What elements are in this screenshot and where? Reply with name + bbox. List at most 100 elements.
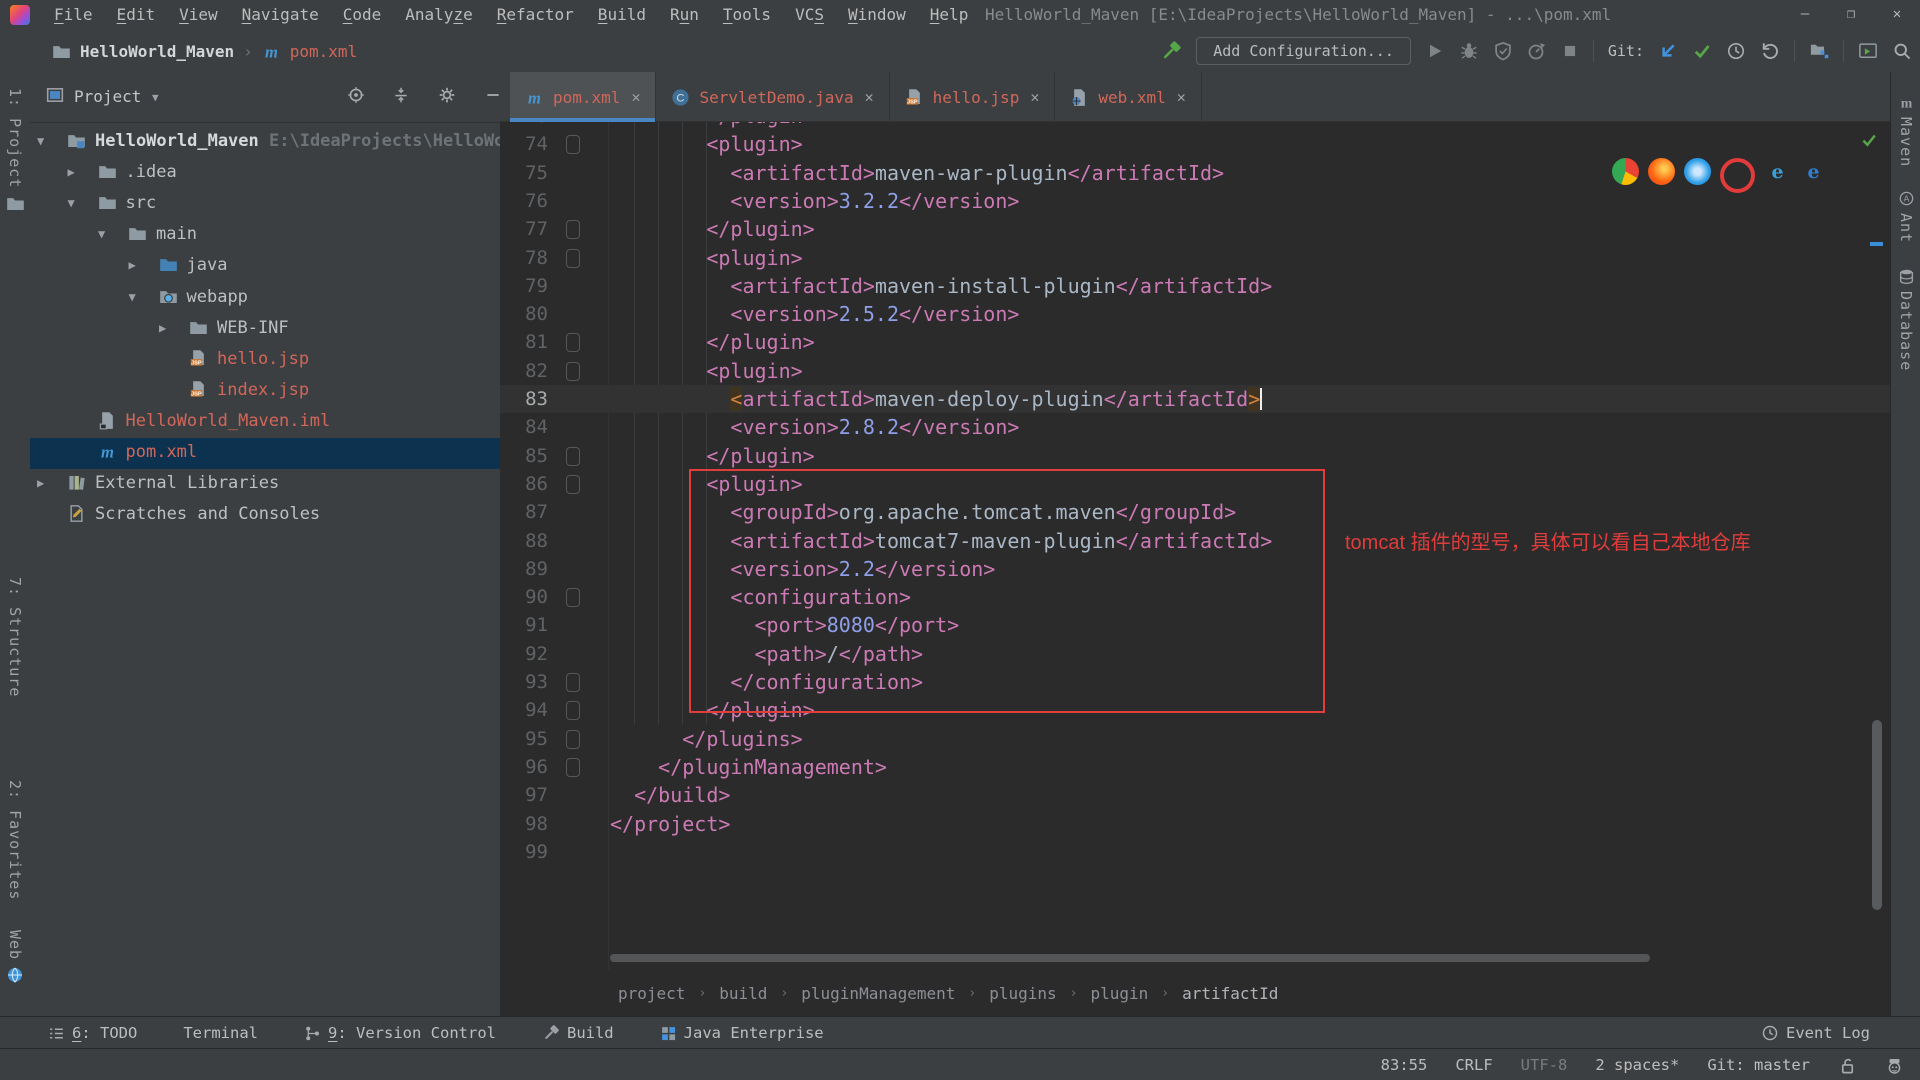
project-structure-icon[interactable] [1809,41,1829,61]
chevron-down-icon[interactable]: ▼ [152,91,159,104]
tree-item-external-libraries[interactable]: ▶External Libraries [30,469,500,500]
menu-refactor[interactable]: Refactor [485,0,586,30]
fold-marker-close-icon[interactable] [566,673,580,692]
tab-pom.xml[interactable]: mpom.xml✕ [510,72,656,122]
safari-icon[interactable] [1684,158,1711,185]
search-everywhere-icon[interactable] [1892,41,1912,61]
tab-hello.jsp[interactable]: JSPhello.jsp✕ [890,72,1056,122]
tree-item-.idea[interactable]: ▶.idea [30,158,500,189]
tree-item-main[interactable]: ▼main [30,220,500,251]
collapse-all-icon[interactable] [392,86,410,104]
tree-item-webapp[interactable]: ▼webapp [30,283,500,314]
code-line-98[interactable]: 98</project> [500,810,1890,838]
locate-icon[interactable] [347,86,365,104]
profiler-icon[interactable] [1527,41,1547,61]
code-line-96[interactable]: 96 </pluginManagement> [500,753,1890,781]
vertical-scrollbar[interactable] [1872,720,1882,910]
code-line-79[interactable]: 79 <artifactId>maven-install-plugin</art… [500,272,1890,300]
edge-icon[interactable]: e [1800,158,1827,185]
stripe-tab----structure[interactable]: 7: Structure [0,577,30,697]
crumb-build[interactable]: build [719,984,767,1003]
lock-icon[interactable] [1838,1056,1857,1075]
git-update-icon[interactable] [1658,41,1678,61]
ie-icon[interactable]: e [1764,158,1791,185]
menu-window[interactable]: Window [836,0,918,30]
stripe-tab----favorites[interactable]: 2: Favorites [0,780,30,900]
crumb-project[interactable]: project [618,984,685,1003]
status-2-spaces-[interactable]: 2 spaces* [1595,1056,1679,1074]
minimize-button[interactable]: — [1782,0,1828,30]
status-crlf[interactable]: CRLF [1455,1056,1492,1074]
menu-analyze[interactable]: Analyze [393,0,484,30]
menu-vcs[interactable]: VCS [783,0,836,30]
tab-close-icon[interactable]: ✕ [1030,88,1039,106]
tab-close-icon[interactable]: ✕ [1177,88,1186,106]
code-line-78[interactable]: 78 <plugin> [500,244,1890,272]
tree-item-helloworld-maven.iml[interactable]: HelloWorld_Maven.iml [30,407,500,438]
add-configuration-button[interactable]: Add Configuration... [1196,37,1411,65]
stop-icon[interactable] [1561,42,1579,60]
chevron-down-icon[interactable]: ▼ [98,227,105,241]
code-line-85[interactable]: 85 </plugin> [500,442,1890,470]
tree-item-pom.xml[interactable]: mpom.xml [30,438,500,469]
fold-marker-open-icon[interactable] [566,588,580,607]
menu-tools[interactable]: Tools [711,0,783,30]
toolwindow-event-log[interactable]: Event Log [1761,1024,1870,1042]
tree-item-scratches-and-consoles[interactable]: Scratches and Consoles [30,500,500,531]
tab-web.xml[interactable]: web.xml✕ [1055,72,1201,122]
face-icon[interactable] [1885,1056,1904,1075]
build-project-icon[interactable] [1160,40,1182,62]
crumb-plugins[interactable]: plugins [989,984,1056,1003]
stripe-tab-ant[interactable]: AAnt [1891,190,1920,243]
fold-marker-open-icon[interactable] [566,249,580,268]
tab-close-icon[interactable]: ✕ [865,88,874,106]
fold-marker-close-icon[interactable] [566,758,580,777]
tree-item-index.jsp[interactable]: JSPindex.jsp [30,376,500,407]
chevron-down-icon[interactable]: ▼ [37,134,44,148]
code-line-77[interactable]: 77 </plugin> [500,215,1890,243]
code-line-73[interactable]: 73 </plugin> [500,122,1890,130]
crumb-plugin[interactable]: plugin [1090,984,1148,1003]
menu-view[interactable]: View [167,0,230,30]
opera-icon[interactable] [1720,158,1755,193]
code-line-81[interactable]: 81 </plugin> [500,328,1890,356]
toolwindow----version-control[interactable]: 9: Version Control [304,1024,496,1042]
tree-item-java[interactable]: ▶java [30,251,500,282]
menu-navigate[interactable]: Navigate [230,0,331,30]
maximize-button[interactable]: ❐ [1828,0,1874,30]
tree-item-hello.jsp[interactable]: JSPhello.jsp [30,345,500,376]
crumb-pluginManagement[interactable]: pluginManagement [801,984,955,1003]
clock-icon[interactable] [1726,41,1746,61]
chevron-down-icon[interactable]: ▼ [129,290,136,304]
code-line-95[interactable]: 95 </plugins> [500,725,1890,753]
fold-marker-close-icon[interactable] [566,447,580,466]
fold-marker-close-icon[interactable] [566,730,580,749]
bug-icon[interactable] [1459,41,1479,61]
tree-item-web-inf[interactable]: ▶WEB-INF [30,314,500,345]
code-line-99[interactable]: 99 [500,838,1890,866]
undo-icon[interactable] [1760,41,1780,61]
crumb-artifactId[interactable]: artifactId [1182,984,1278,1003]
fold-marker-open-icon[interactable] [566,362,580,381]
code-line-74[interactable]: 74 <plugin> [500,130,1890,158]
stripe-tab-maven[interactable]: mMaven [1891,94,1920,167]
chevron-right-icon[interactable]: ▶ [159,321,166,335]
stripe-tab----project[interactable]: 1: Project [0,88,30,213]
menu-build[interactable]: Build [586,0,658,30]
stripe-tab-web[interactable]: Web [0,930,30,984]
status-utf-8[interactable]: UTF-8 [1521,1056,1568,1074]
menu-run[interactable]: Run [658,0,711,30]
stripe-tab-database[interactable]: Database [1891,268,1920,371]
git-commit-icon[interactable] [1692,41,1712,61]
code-line-83[interactable]: 83 <artifactId>maven-deploy-plugin</arti… [500,385,1890,413]
toolwindow-terminal[interactable]: Terminal [183,1024,258,1042]
status-git--master[interactable]: Git: master [1707,1056,1810,1074]
chevron-right-icon[interactable]: ▶ [68,165,75,179]
tab-close-icon[interactable]: ✕ [631,88,640,106]
tree-item-helloworld-maven[interactable]: ▼HelloWorld_Maven E:\IdeaProjects\HelloW… [30,127,500,158]
menu-help[interactable]: Help [918,0,981,30]
tab-servletdemo.java[interactable]: CServletDemo.java✕ [656,72,889,122]
editor[interactable]: 73 </plugin>74 <plugin>75 <artifactId>ma… [500,122,1890,970]
chevron-down-icon[interactable]: ▼ [68,196,75,210]
menu-code[interactable]: Code [331,0,394,30]
